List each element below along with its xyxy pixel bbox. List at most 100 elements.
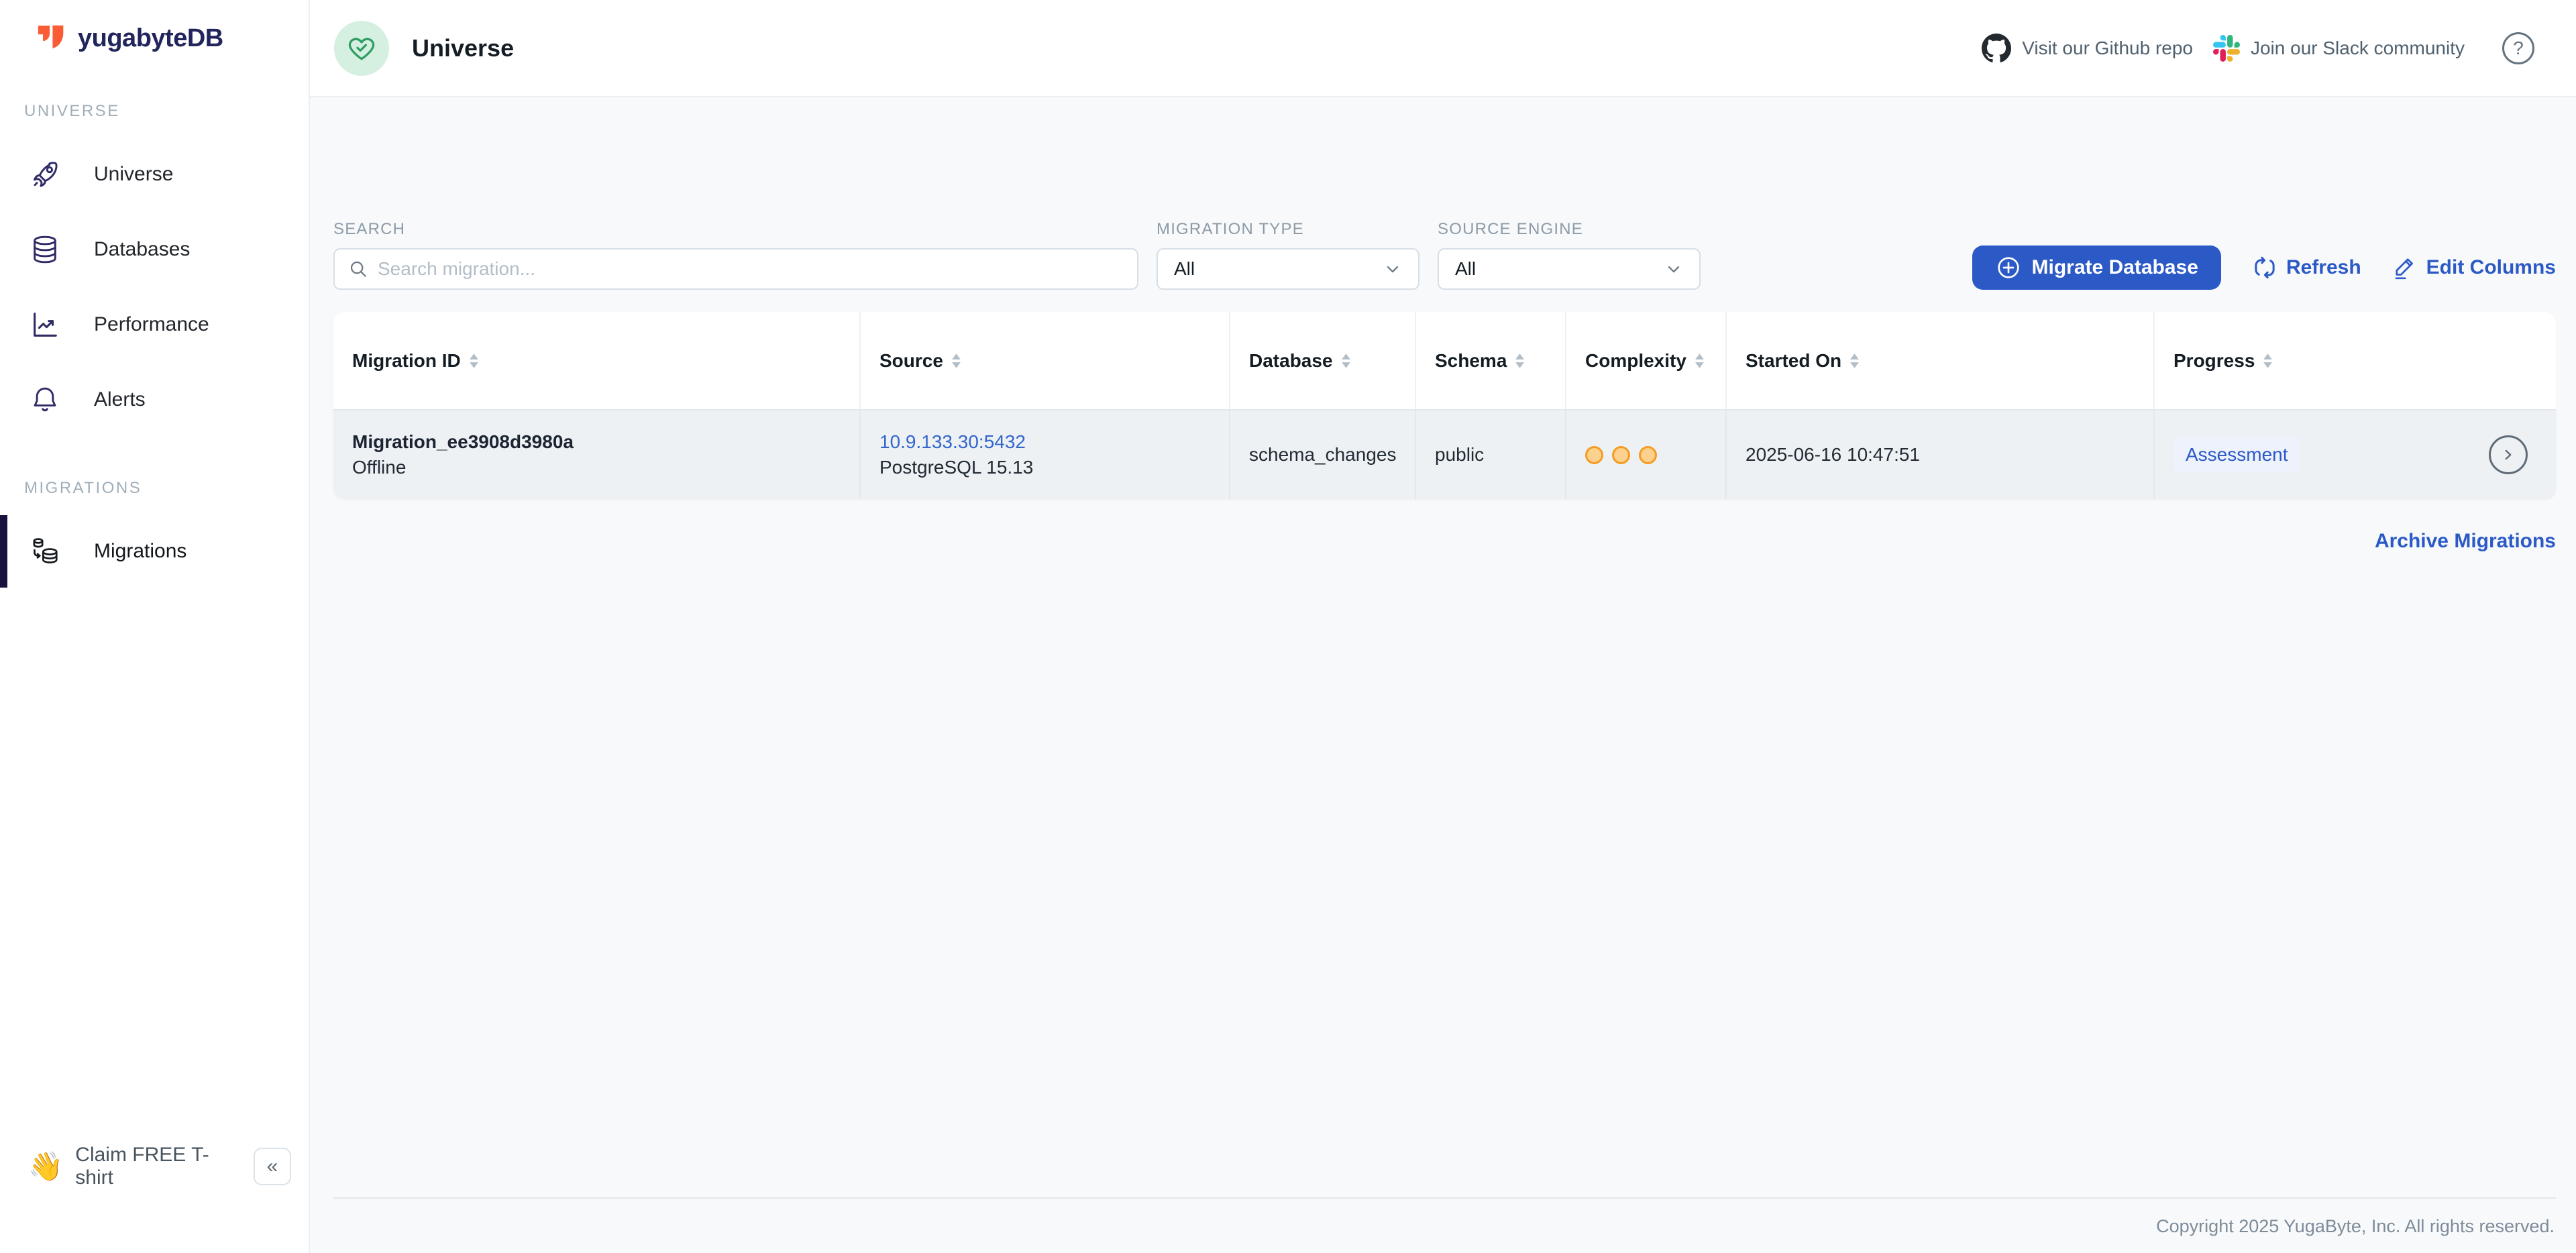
sidebar-item-performance[interactable]: Performance [0, 287, 309, 362]
header-links: Visit our Github repo Join our Slack com… [1982, 32, 2534, 64]
sort-icon [469, 353, 479, 369]
cell-migration-id: Migration_ee3908d3980a Offline [333, 411, 859, 499]
cell-database: schema_changes [1229, 411, 1415, 499]
column-header-source[interactable]: Source [859, 312, 1229, 409]
database-name: schema_changes [1249, 444, 1396, 466]
filters-toolbar: SEARCH MIGRATION TYPE All SOU [333, 220, 2556, 290]
migrate-database-button[interactable]: Migrate Database [1972, 246, 2221, 290]
source-engine-value: All [1455, 258, 1476, 280]
column-header-started-on[interactable]: Started On [1725, 312, 2153, 409]
sidebar-item-label: Universe [94, 163, 173, 186]
sort-icon [1515, 353, 1525, 369]
table-header-row: Migration ID Source Database Schema Comp… [333, 312, 2556, 411]
complexity-dots [1585, 446, 1657, 464]
column-header-complexity[interactable]: Complexity [1565, 312, 1725, 409]
column-label: Started On [1746, 350, 1841, 372]
edit-columns-button[interactable]: Edit Columns [2392, 255, 2556, 280]
sidebar-item-label: Migrations [94, 540, 186, 563]
sidebar: yugabyteDB UNIVERSE Universe [0, 0, 310, 1253]
cell-progress: Assessment [2153, 411, 2556, 499]
refresh-button[interactable]: Refresh [2252, 255, 2361, 280]
source-engine: PostgreSQL 15.13 [879, 457, 1033, 478]
chevron-down-icon [1664, 260, 1683, 278]
column-header-database[interactable]: Database [1229, 312, 1415, 409]
content-area: SEARCH MIGRATION TYPE All SOU [310, 97, 2576, 1253]
column-label: Progress [2174, 350, 2255, 372]
column-header-migration-id[interactable]: Migration ID [333, 312, 859, 409]
edit-pencil-icon [2392, 255, 2418, 280]
slack-link[interactable]: Join our Slack community [2213, 35, 2465, 62]
row-expand-button[interactable] [2489, 435, 2528, 474]
sidebar-collapse-button[interactable]: « [254, 1148, 291, 1185]
source-host-link[interactable]: 10.9.133.30:5432 [879, 431, 1033, 453]
sidebar-nav-migrations: Migrations [0, 514, 309, 589]
claim-tshirt-link[interactable]: Claim FREE T-shirt [75, 1144, 241, 1189]
migration-type-select[interactable]: All [1157, 248, 1419, 290]
search-input-wrapper [333, 248, 1138, 290]
github-link-label: Visit our Github repo [2022, 38, 2193, 59]
table-row[interactable]: Migration_ee3908d3980a Offline 10.9.133.… [333, 411, 2556, 499]
sidebar-nav-universe: Universe Databases Performa [0, 137, 309, 437]
chevron-right-icon [2500, 446, 2517, 464]
sidebar-item-universe[interactable]: Universe [0, 137, 309, 212]
migrate-database-icon [30, 536, 60, 567]
cell-source: 10.9.133.30:5432 PostgreSQL 15.13 [859, 411, 1229, 499]
sort-icon [1341, 353, 1351, 369]
refresh-label: Refresh [2286, 256, 2361, 279]
rocket-icon [30, 159, 60, 190]
migration-type-field-group: MIGRATION TYPE All [1157, 220, 1419, 290]
database-icon [30, 234, 60, 265]
complexity-dot [1612, 446, 1630, 464]
brand-name: yugabyteDB [78, 24, 223, 53]
column-label: Migration ID [352, 350, 461, 372]
brand-logo[interactable]: yugabyteDB [0, 0, 309, 54]
cell-complexity [1565, 411, 1725, 499]
migrate-database-label: Migrate Database [2032, 256, 2198, 279]
chevron-down-icon [1383, 260, 1402, 278]
toolbar-actions: Migrate Database Refresh [1972, 246, 2557, 290]
heart-check-icon [346, 33, 377, 64]
started-on-value: 2025-06-16 10:47:51 [1746, 444, 1920, 466]
progress-badge[interactable]: Assessment [2174, 437, 2300, 472]
migration-id: Migration_ee3908d3980a [352, 431, 574, 453]
sidebar-item-label: Performance [94, 313, 209, 336]
copyright-footer: Copyright 2025 YugaByte, Inc. All rights… [333, 1197, 2556, 1253]
migration-mode: Offline [352, 457, 574, 478]
sidebar-item-migrations[interactable]: Migrations [0, 514, 309, 589]
complexity-dot [1639, 446, 1657, 464]
slack-icon [2213, 35, 2240, 62]
migration-type-label: MIGRATION TYPE [1157, 220, 1419, 239]
cell-schema: public [1415, 411, 1565, 499]
sidebar-item-label: Databases [94, 238, 190, 261]
sidebar-section-universe: UNIVERSE [24, 102, 309, 121]
column-label: Database [1249, 350, 1333, 372]
search-icon [348, 259, 368, 279]
column-label: Complexity [1585, 350, 1686, 372]
github-link[interactable]: Visit our Github repo [1982, 34, 2193, 63]
sidebar-item-databases[interactable]: Databases [0, 212, 309, 287]
schema-name: public [1435, 444, 1484, 466]
complexity-dot [1585, 446, 1603, 464]
edit-columns-label: Edit Columns [2426, 256, 2556, 279]
plus-circle-icon [1995, 254, 2022, 281]
sidebar-item-alerts[interactable]: Alerts [0, 362, 309, 437]
sort-icon [951, 353, 961, 369]
column-header-schema[interactable]: Schema [1415, 312, 1565, 409]
yugabyte-logo-icon [36, 23, 67, 54]
wave-emoji-icon: 👋 [28, 1150, 63, 1183]
main-area: Universe Visit our Github repo Join our … [310, 0, 2576, 1253]
archive-migrations-link[interactable]: Archive Migrations [2375, 530, 2556, 553]
slack-link-label: Join our Slack community [2251, 38, 2465, 59]
health-check-badge [334, 21, 389, 76]
search-input[interactable] [378, 258, 1124, 280]
page-title: Universe [412, 34, 514, 62]
cell-started-on: 2025-06-16 10:47:51 [1725, 411, 2153, 499]
migrations-table: Migration ID Source Database Schema Comp… [333, 312, 2556, 499]
sidebar-item-label: Alerts [94, 388, 146, 411]
help-button[interactable]: ? [2502, 32, 2534, 64]
sidebar-section-migrations: MIGRATIONS [24, 479, 309, 498]
refresh-icon [2252, 255, 2277, 280]
column-header-progress[interactable]: Progress [2153, 312, 2556, 409]
source-engine-select[interactable]: All [1438, 248, 1701, 290]
migration-type-value: All [1174, 258, 1195, 280]
